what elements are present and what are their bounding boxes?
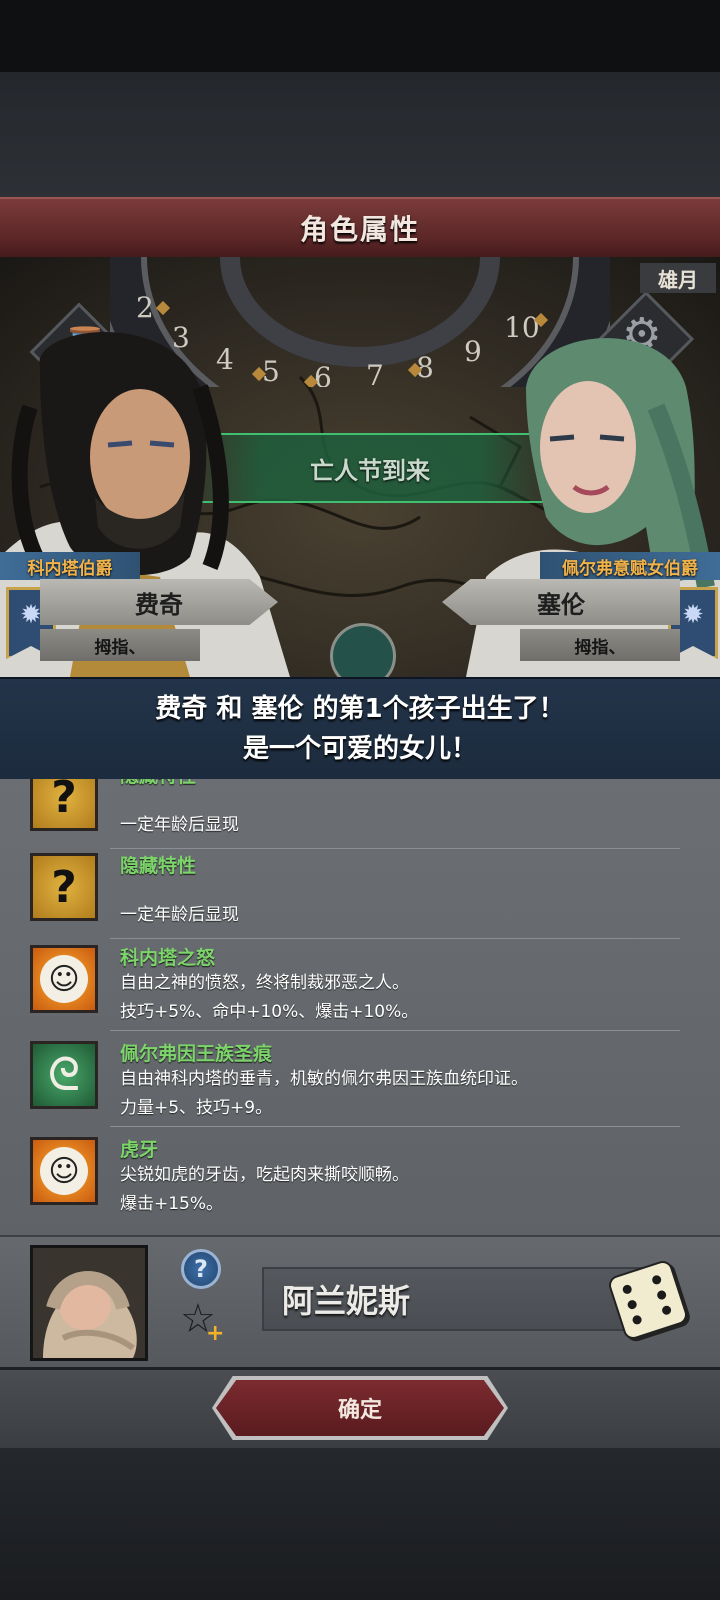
child-name-field[interactable]: 阿兰妮斯 [262, 1267, 642, 1331]
mother-name: 塞伦 [442, 579, 680, 625]
trait-desc-line: 技巧+5%、命中+10%、爆击+10%。 [120, 1002, 419, 1022]
sun-icon: ✹ [20, 600, 42, 630]
event-scene: 2 3 4 5 6 7 8 9 10 ⌛ ⚙ 雄月 亡人节到来 [0, 257, 720, 677]
plus-icon: + [206, 1321, 225, 1346]
trait-name: 佩尔弗因王族圣痕 [120, 1043, 273, 1065]
title-bar: 角色属性 [0, 197, 720, 259]
trait-description: 一定年龄后显现 [120, 815, 239, 835]
trait-item[interactable]: ? 隐藏特性 一定年龄后显现 [0, 847, 700, 939]
trait-item[interactable]: ☺ 虎牙 尖锐如虎的牙齿，吃起肉来撕咬顺畅。 爆击+15%。 [0, 1131, 700, 1223]
trait-name: 隐藏特性 [120, 855, 197, 877]
trait-name: 虎牙 [120, 1139, 159, 1161]
trait-item[interactable]: ? 隐藏特性 一定年龄后显现 [0, 779, 700, 849]
trait-description: 自由神科内塔的垂青，机敏的佩尔弗因王族血统印证。 力量+5、技巧+9。 [120, 1065, 528, 1123]
trait-description: 尖锐如虎的牙齿，吃起肉来撕咬顺畅。 爆击+15%。 [120, 1161, 409, 1219]
question-icon: ? [30, 779, 98, 831]
father-subtitle: 拇指、 [40, 629, 200, 661]
trait-desc-line: 尖锐如虎的牙齿，吃起肉来撕咬顺畅。 [120, 1165, 409, 1185]
trait-name: 隐藏特性 [120, 779, 196, 788]
trait-desc-line: 力量+5、技巧+9。 [120, 1098, 273, 1118]
announcement-line2: 是一个可爱的女儿！ [242, 734, 477, 764]
trait-list[interactable]: ? 隐藏特性 一定年龄后显现 ? 隐藏特性 一定年龄后显现 ☺ 科内塔之怒 自由… [0, 779, 720, 1235]
smile-icon: ☺ [30, 945, 98, 1013]
info-badge[interactable]: ? [181, 1249, 221, 1289]
mother-title: 佩尔弗意赋女伯爵 [540, 552, 720, 580]
question-icon: ? [30, 853, 98, 921]
confirm-button[interactable]: 确定 [216, 1380, 504, 1436]
trait-item[interactable]: ☺ 科内塔之怒 自由之神的愤怒，终将制裁邪恶之人。 技巧+5%、命中+10%、爆… [0, 939, 700, 1031]
trait-item[interactable]: ᘓ 佩尔弗因王族圣痕 自由神科内塔的垂青，机敏的佩尔弗因王族血统印证。 力量+5… [0, 1035, 700, 1127]
sun-icon: ✹ [682, 600, 704, 630]
birth-announcement: 费奇 和 塞伦 的第1个孩子出生了！ 是一个可爱的女儿！ [0, 677, 720, 781]
swirl-icon: ᘓ [30, 1041, 98, 1109]
trait-desc-line: 自由之神的愤怒，终将制裁邪恶之人。 [120, 973, 409, 993]
child-panel: ? ☆ + 阿兰妮斯 [0, 1235, 720, 1369]
baby-image [33, 1248, 145, 1358]
trait-description: 自由之神的愤怒，终将制裁邪恶之人。 技巧+5%、命中+10%、爆击+10%。 [120, 969, 418, 1027]
event-banner-text: 亡人节到来 [310, 456, 430, 485]
screen-title: 角色属性 [299, 213, 420, 246]
status-area [0, 0, 720, 72]
smile-icon: ☺ [30, 1137, 98, 1205]
father-name: 费奇 [40, 579, 278, 625]
calendar-number: 7 [366, 359, 384, 387]
background-band [0, 72, 720, 197]
divider [110, 1030, 680, 1031]
trait-description: 一定年龄后显现 [120, 905, 239, 925]
bottom-area [0, 1448, 720, 1600]
trait-name: 科内塔之怒 [120, 947, 216, 969]
mother-subtitle: 拇指、 [520, 629, 680, 661]
calendar-number: 2 [136, 291, 154, 324]
baby-portrait[interactable] [30, 1245, 148, 1361]
trait-desc-line: 爆击+15%。 [120, 1194, 224, 1214]
divider [110, 1126, 680, 1127]
month-label: 雄月 [640, 263, 716, 293]
trait-desc-line: 自由神科内塔的垂青，机敏的佩尔弗因王族血统印证。 [120, 1069, 528, 1089]
confirm-area: 确定 [0, 1367, 720, 1451]
father-title: 科内塔伯爵 [0, 552, 140, 580]
announcement-line1: 费奇 和 塞伦 的第1个孩子出生了！ [155, 694, 565, 724]
